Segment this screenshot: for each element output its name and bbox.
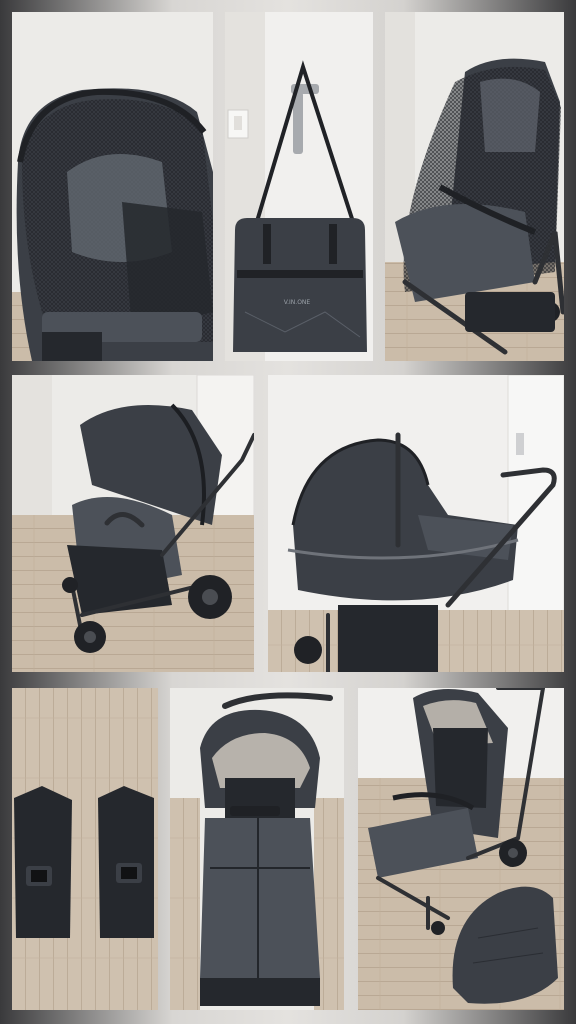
photo-stroller-with-footmuff (170, 688, 344, 1010)
photo-seat-with-mosquito-net (385, 12, 564, 361)
bag-brand-label: V.IN.ONE (284, 299, 311, 306)
photo-stroller-seat-unit (12, 375, 254, 672)
photo-changing-bag-on-door: V.IN.ONE (225, 12, 373, 361)
photo-canopy-with-mosquito-net (12, 12, 213, 361)
photo-car-seat-adapters (12, 688, 158, 1010)
photo-stroller-seat-and-liner (358, 688, 564, 1010)
photo-stroller-carrycot (268, 375, 564, 672)
